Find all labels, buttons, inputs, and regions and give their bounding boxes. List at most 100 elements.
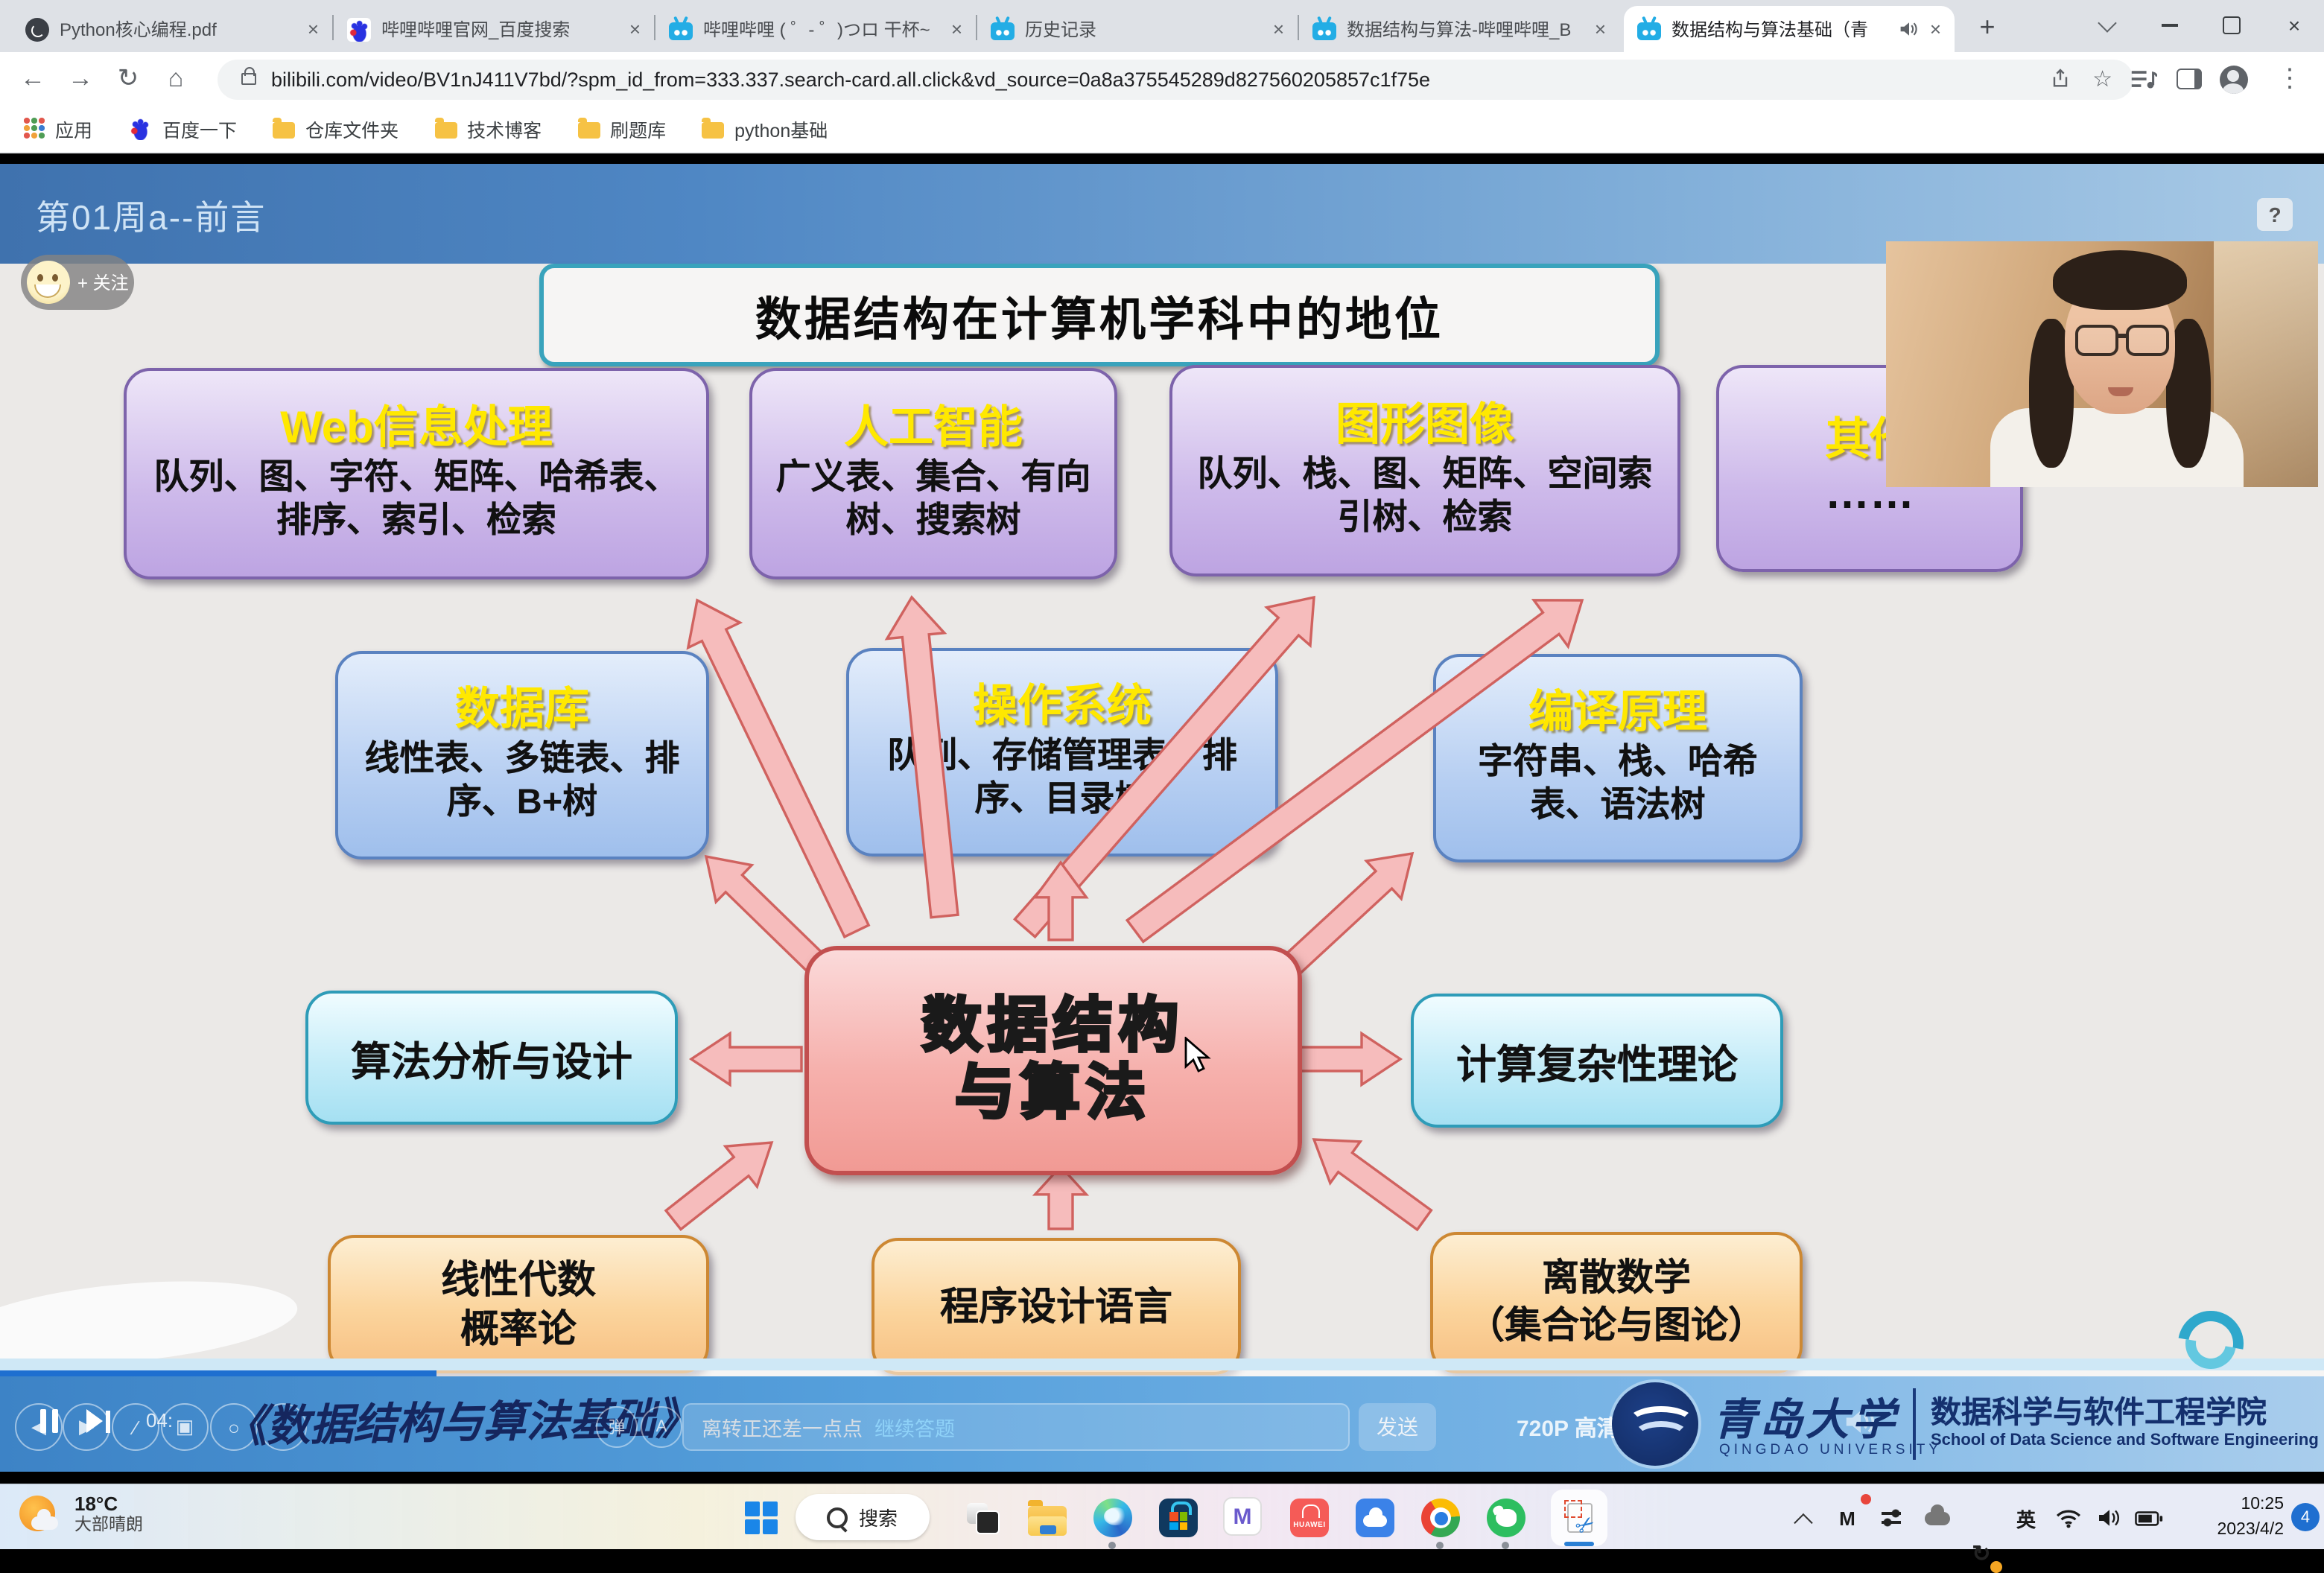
bookmark-baidu[interactable]: 百度一下 — [128, 114, 237, 142]
back-button[interactable]: ← — [12, 58, 54, 100]
university-name: 青岛大学 — [1713, 1385, 1898, 1448]
danmaku-toggle-icon[interactable]: 弹 — [596, 1406, 638, 1448]
bookmark-folder-repo[interactable]: 仓库文件夹 — [273, 114, 399, 142]
running-indicator — [1436, 1542, 1444, 1549]
media-controls-icon[interactable] — [2121, 58, 2166, 100]
quality-selector[interactable]: 720P 高清 — [1517, 1412, 1619, 1443]
help-button[interactable]: ? — [2257, 198, 2293, 231]
bilibili-icon — [991, 22, 1015, 40]
windows-logo-icon — [745, 1502, 778, 1534]
tab-pdf[interactable]: Python核心编程.pdf × — [12, 6, 332, 52]
bilibili-icon — [1637, 22, 1661, 40]
battery-icon[interactable] — [2130, 1500, 2166, 1536]
tray-chevron-up-icon[interactable] — [1785, 1500, 1820, 1536]
bookmark-folder-blog[interactable]: 技术博客 — [434, 114, 542, 142]
box-data-structures-algorithms: 数据结构 与算法 — [804, 946, 1302, 1175]
tab-bilibili-home[interactable]: 哔哩哔哩 ( ゜- ゜)つロ 干杯~ × — [655, 6, 976, 52]
bookmark-apps[interactable]: 应用 — [24, 114, 92, 142]
mouse-cursor — [1181, 1037, 1214, 1083]
school-name-en: School of Data Science and Software Engi… — [1931, 1431, 2319, 1449]
answer-quiz-link[interactable]: 继续答题 — [874, 1412, 955, 1442]
bookmark-folder-python[interactable]: python基础 — [702, 114, 828, 142]
box-os: 操作系统 队列、存储管理表、排序、目录树 — [846, 648, 1278, 857]
bookmark-folder-quiz[interactable]: 刷题库 — [577, 114, 666, 142]
wifi-icon[interactable] — [2050, 1500, 2086, 1536]
evernote-button[interactable] — [1485, 1497, 1527, 1539]
tab-audio-icon[interactable] — [1900, 21, 1920, 37]
volume-tray-icon[interactable] — [2092, 1500, 2127, 1536]
tray-mixer-icon[interactable] — [1874, 1500, 1910, 1536]
send-danmaku-button[interactable]: 发送 — [1359, 1403, 1436, 1451]
share-icon[interactable] — [2048, 67, 2071, 91]
tab-close-icon[interactable]: × — [1595, 18, 1606, 40]
tab-bilibili-search[interactable]: 数据结构与算法-哔哩哔哩_B × — [1299, 6, 1619, 52]
apps-grid-icon — [24, 118, 45, 139]
tab-baidu-search[interactable]: 哔哩哔哩官网_百度搜索 × — [334, 6, 654, 52]
bookmark-star-icon[interactable]: ☆ — [2092, 66, 2112, 92]
url-text[interactable]: bilibili.com/video/BV1nJ411V7bd/?spm_id_… — [271, 68, 2048, 90]
tab-close-icon[interactable]: × — [1930, 18, 1941, 40]
tab-close-icon[interactable]: × — [1273, 18, 1284, 40]
lock-icon[interactable] — [241, 73, 256, 85]
chrome-button[interactable] — [1420, 1497, 1461, 1539]
folder-icon — [1028, 1505, 1067, 1535]
university-emblem — [1612, 1382, 1698, 1466]
danmaku-input[interactable]: 离转正还差一点点 继续答题 — [682, 1403, 1350, 1451]
start-button[interactable] — [740, 1497, 782, 1539]
box-web-info: Web信息处理 队列、图、字符、矩阵、哈希表、排序、索引、检索 — [124, 368, 709, 579]
address-bar[interactable]: bilibili.com/video/BV1nJ411V7bd/?spm_id_… — [218, 59, 2133, 99]
next-video-button[interactable] — [86, 1409, 110, 1433]
baidu-icon — [128, 116, 152, 140]
microsoft-store-button[interactable] — [1158, 1497, 1199, 1539]
tray-m-notification-icon[interactable]: M — [1829, 1500, 1865, 1536]
ime-indicator[interactable]: 英 — [2008, 1500, 2044, 1536]
pdf-file-icon — [25, 17, 49, 41]
tab-active-video[interactable]: 数据结构与算法基础（青 × — [1624, 6, 1955, 52]
browser-tab-bar: Python核心编程.pdf × 哔哩哔哩官网_百度搜索 × 哔哩哔哩 ( ゜-… — [0, 0, 2324, 52]
taskbar-search[interactable]: 搜索 — [796, 1494, 930, 1540]
uploader-avatar[interactable] — [27, 261, 70, 304]
forward-button[interactable]: → — [60, 58, 101, 100]
file-explorer-button[interactable] — [1026, 1497, 1068, 1539]
weather-widget[interactable]: 18°C 大部晴朗 — [18, 1493, 143, 1537]
huawei-cloud-button[interactable] — [1354, 1497, 1396, 1539]
side-panel-icon[interactable] — [2166, 58, 2211, 100]
browser-menu-icon[interactable]: ⋮ — [2267, 58, 2312, 100]
huawei-appgallery-button[interactable]: HUAWEI — [1289, 1497, 1330, 1539]
profile-avatar[interactable] — [2211, 58, 2255, 100]
tab-search-icon[interactable] — [2077, 0, 2136, 51]
onedrive-icon[interactable] — [1919, 1500, 1955, 1536]
danmaku-style-icon[interactable]: A — [641, 1406, 682, 1448]
snipping-tool-button[interactable]: ✂ — [1560, 1497, 1601, 1539]
box-discrete-math: 离散数学 （集合论与图论） — [1430, 1232, 1803, 1373]
video-player[interactable]: 数据结构在计算机学科中的地位 Web信息处理 队列、图、字符、矩阵、哈希表、排序… — [0, 153, 2324, 1484]
taskbar-clock[interactable]: 10:25 2023/4/2 — [2168, 1493, 2284, 1542]
m-app-button[interactable]: M — [1223, 1497, 1262, 1536]
search-icon — [828, 1507, 848, 1528]
tab-history[interactable]: 历史记录 × — [977, 6, 1298, 52]
box-ai: 人工智能 广义表、集合、有向树、搜索树 — [749, 368, 1117, 579]
follow-button[interactable]: + 关注 — [21, 255, 134, 310]
home-button[interactable]: ⌂ — [155, 58, 197, 100]
tab-close-icon[interactable]: × — [629, 18, 641, 40]
window-minimize-button[interactable] — [2139, 0, 2199, 51]
tab-close-icon[interactable]: × — [951, 18, 962, 40]
tab-title: 历史记录 — [1025, 16, 1263, 42]
sync-tray-icon[interactable]: ↻ — [1963, 1536, 1999, 1572]
notification-badge[interactable]: 4 — [2291, 1503, 2320, 1531]
player-control-bar: ◀ ▶ ∕ ▣ ○ ⋯ 04: 《数据结构与算法基础》 弹 A 离转正还差一点点… — [0, 1376, 2324, 1472]
reload-button[interactable]: ↻ — [107, 58, 149, 100]
playback-time: 04: — [146, 1409, 173, 1431]
bilibili-icon — [1312, 22, 1336, 40]
huawei-store-icon: HUAWEI — [1290, 1499, 1329, 1537]
task-view-button[interactable] — [961, 1497, 1003, 1539]
tab-close-icon[interactable]: × — [308, 18, 319, 40]
new-tab-button[interactable]: + — [1969, 9, 2005, 45]
folder-icon — [273, 122, 295, 139]
window-maximize-button[interactable] — [2202, 0, 2261, 51]
edge-button[interactable] — [1092, 1497, 1134, 1539]
bookmarks-bar: 应用 百度一下 仓库文件夹 技术博客 刷题库 python基础 — [0, 104, 2324, 153]
progress-bar-played[interactable] — [0, 1370, 436, 1376]
pause-button[interactable] — [40, 1409, 61, 1433]
window-close-button[interactable]: × — [2264, 0, 2324, 51]
